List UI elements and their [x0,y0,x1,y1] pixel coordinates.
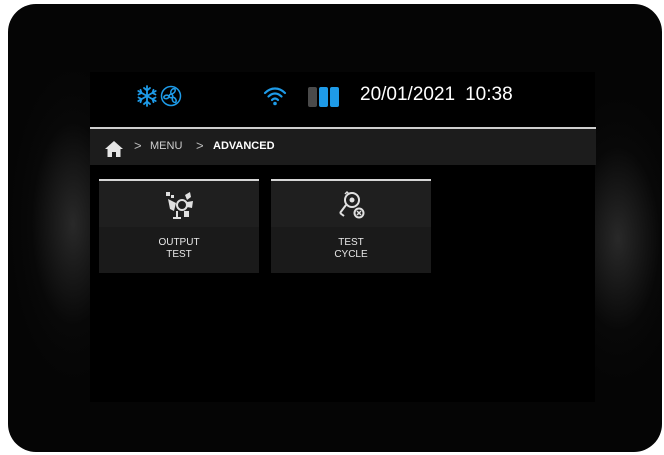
output-test-icon [166,192,193,219]
output-test-button[interactable]: OUTPUT TEST [99,179,259,273]
tile-label-line1: TEST [338,237,364,248]
level-indicator [308,87,352,107]
level-bar [319,87,328,107]
test-cycle-button[interactable]: TEST CYCLE [271,179,431,273]
level-bar [308,87,317,107]
datetime: 20/01/2021 10:38 [360,84,513,106]
level-bar [330,87,339,107]
time-text: 10:38 [465,84,513,105]
snowflake-icon [137,85,157,107]
device-frame: 20/01/2021 10:38 > MENU > ADVANCED OUTPU… [8,4,662,452]
fan-icon [160,85,182,107]
tile-label: OUTPUT TEST [99,237,259,261]
tile-label-line2: TEST [166,249,192,260]
test-cycle-icon [339,190,365,219]
date-text: 20/01/2021 [360,84,456,105]
home-icon[interactable] [104,140,124,158]
status-bar: 20/01/2021 10:38 [90,72,595,122]
wifi-icon [263,87,287,106]
breadcrumb-separator: > [134,138,142,153]
breadcrumb-item-advanced: ADVANCED [213,140,275,152]
tile-label-line2: CYCLE [334,249,368,260]
tile-label: TEST CYCLE [271,237,431,261]
breadcrumb-item-menu[interactable]: MENU [150,140,182,152]
display-screen: 20/01/2021 10:38 > MENU > ADVANCED OUTPU… [90,72,596,402]
breadcrumb: > MENU > ADVANCED [90,127,596,165]
breadcrumb-separator: > [196,138,204,153]
tile-label-line1: OUTPUT [158,237,200,248]
